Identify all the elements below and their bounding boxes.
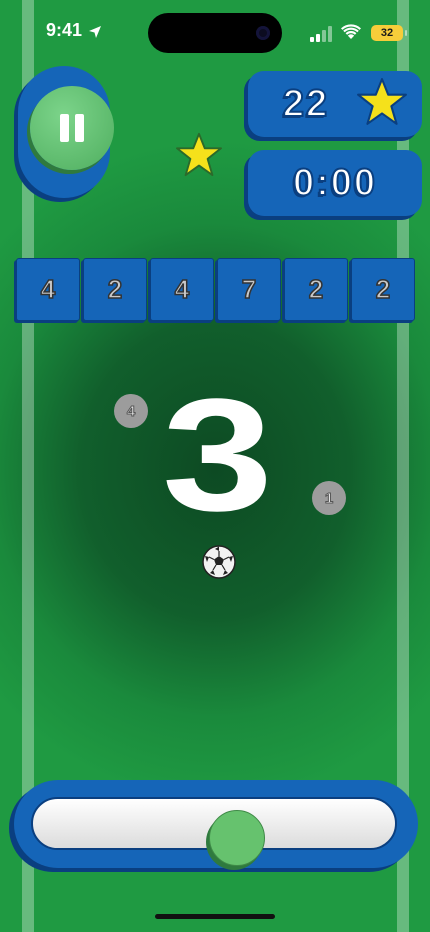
- score-panel: 22: [248, 71, 422, 137]
- number-tile[interactable]: 4: [150, 258, 214, 321]
- pause-button[interactable]: [30, 86, 114, 170]
- score-value: 22: [282, 82, 330, 126]
- timer-panel: 0:00: [248, 150, 422, 216]
- score-star-icon: [357, 78, 407, 125]
- number-tile[interactable]: 4: [16, 258, 80, 321]
- target-number: 3: [161, 365, 273, 544]
- home-indicator[interactable]: [155, 914, 275, 919]
- status-bar: 9:41 32: [0, 0, 430, 60]
- dynamic-island: [148, 13, 282, 53]
- status-time: 9:41: [46, 20, 83, 40]
- pause-icon-bar: [75, 114, 84, 142]
- number-tile[interactable]: 7: [217, 258, 281, 321]
- location-arrow-icon: [89, 26, 101, 38]
- number-tiles: 4 2 4 7 2 2: [16, 258, 415, 321]
- pause-icon: [60, 114, 69, 142]
- soccer-ball-icon: [202, 545, 236, 579]
- number-bubble[interactable]: 1: [312, 481, 346, 515]
- timer-value: 0:00: [292, 161, 378, 205]
- slider-container: [14, 780, 418, 868]
- star-icon: [175, 132, 222, 177]
- camera-icon: [256, 26, 270, 40]
- signal-icon: [310, 26, 332, 42]
- slider-knob[interactable]: [209, 810, 265, 866]
- number-bubble[interactable]: 4: [114, 394, 148, 428]
- number-tile[interactable]: 2: [284, 258, 348, 321]
- number-tile[interactable]: 2: [351, 258, 415, 321]
- wifi-icon: [341, 24, 361, 39]
- number-tile[interactable]: 2: [83, 258, 147, 321]
- slider-track[interactable]: [31, 797, 397, 866]
- battery-icon: 32: [371, 25, 407, 41]
- pause-button-container: [18, 66, 114, 198]
